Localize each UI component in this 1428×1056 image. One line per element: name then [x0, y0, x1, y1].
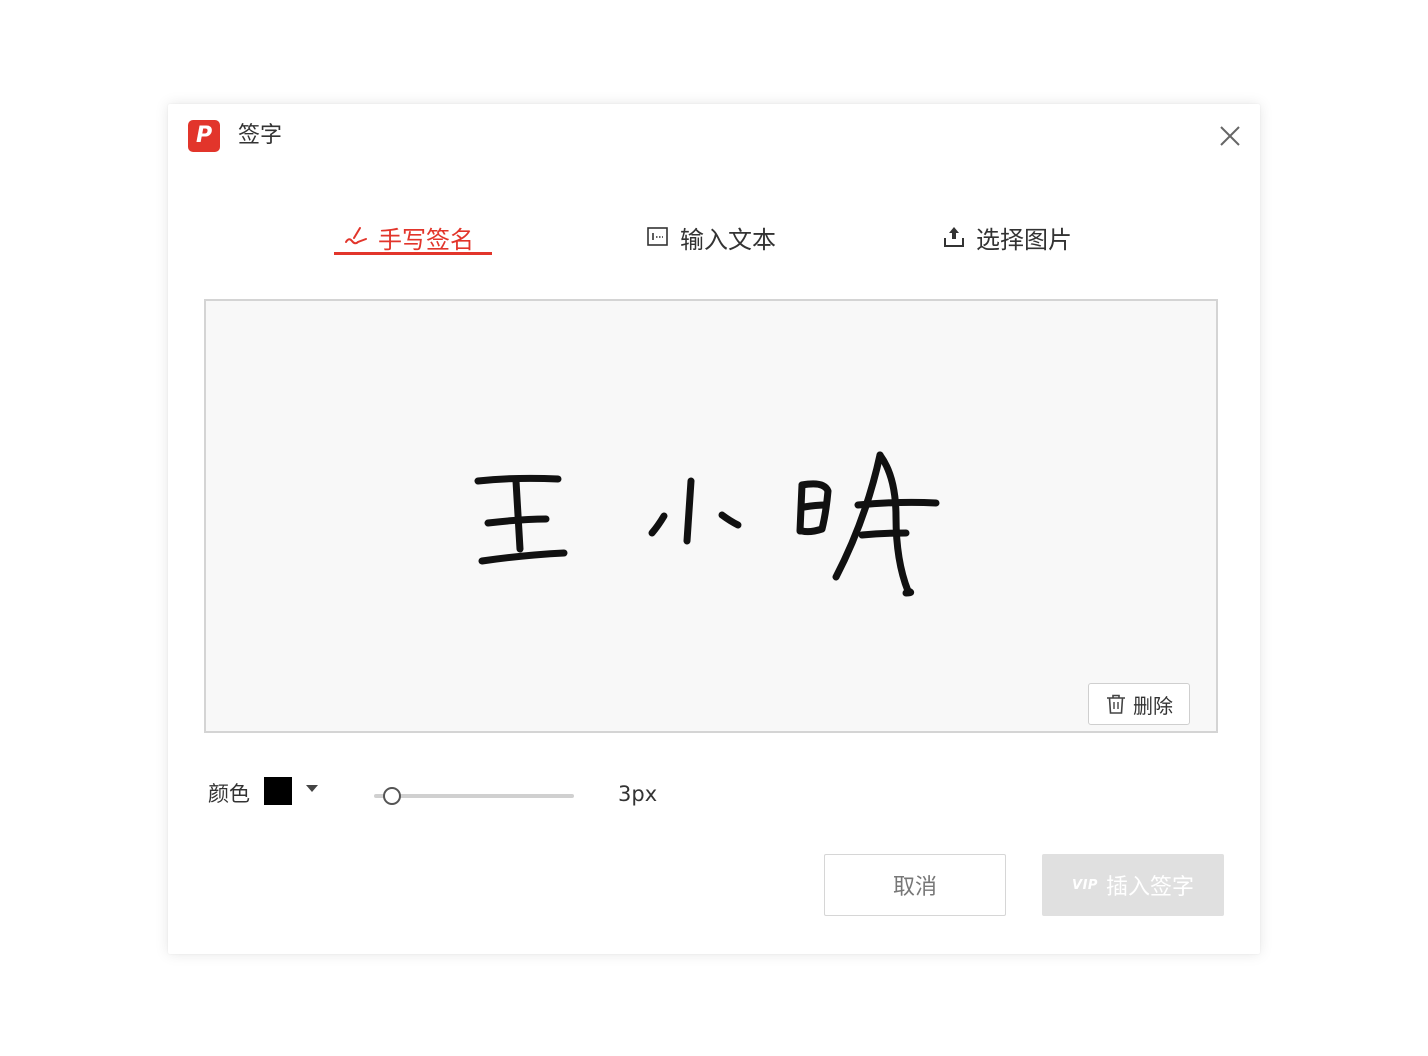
- tab-input-text-label: 输入文本: [680, 225, 776, 254]
- signature-canvas[interactable]: 删除: [204, 299, 1218, 733]
- color-label: 颜色: [208, 782, 250, 806]
- pen-icon: [345, 227, 367, 245]
- pen-size-value: 3px: [618, 782, 658, 806]
- dialog-title: 签字: [238, 123, 283, 148]
- tab-select-image-label: 选择图片: [976, 225, 1072, 254]
- active-tab-underline: [334, 252, 492, 255]
- cancel-button[interactable]: 取消: [824, 854, 1006, 916]
- app-logo-letter: P: [195, 123, 213, 148]
- color-swatch[interactable]: [264, 777, 292, 805]
- upload-icon: [944, 227, 964, 247]
- slider-thumb[interactable]: [383, 787, 402, 805]
- tab-input-text[interactable]: 输入文本: [646, 214, 776, 260]
- insert-signature-label: 插入签字: [1105, 875, 1194, 900]
- vip-badge: VIP: [1072, 877, 1098, 893]
- tab-select-image[interactable]: 选择图片: [942, 214, 1072, 260]
- tab-bar: 手写签名 输入文本 选择图片: [168, 214, 1260, 264]
- cancel-button-label: 取消: [892, 875, 937, 900]
- slider-track: [374, 794, 574, 798]
- signature-dialog: P 签字 手写签名 输入文本 选择图片 删除 颜色 3px 取消 VIP 插入签…: [168, 104, 1260, 954]
- app-logo: P: [188, 120, 220, 152]
- pen-size-slider[interactable]: [374, 787, 574, 807]
- handwritten-signature: [474, 451, 940, 597]
- close-button[interactable]: [1216, 122, 1244, 150]
- trash-icon: [1107, 694, 1125, 714]
- insert-signature-button[interactable]: VIP 插入签字: [1042, 854, 1224, 916]
- delete-button-label: 删除: [1133, 693, 1173, 718]
- close-icon: [1220, 126, 1240, 146]
- text-box-icon: [647, 227, 668, 246]
- tab-handwritten-signature-label: 手写签名: [378, 225, 474, 254]
- chevron-down-icon[interactable]: [304, 782, 320, 796]
- delete-button[interactable]: 删除: [1088, 683, 1190, 725]
